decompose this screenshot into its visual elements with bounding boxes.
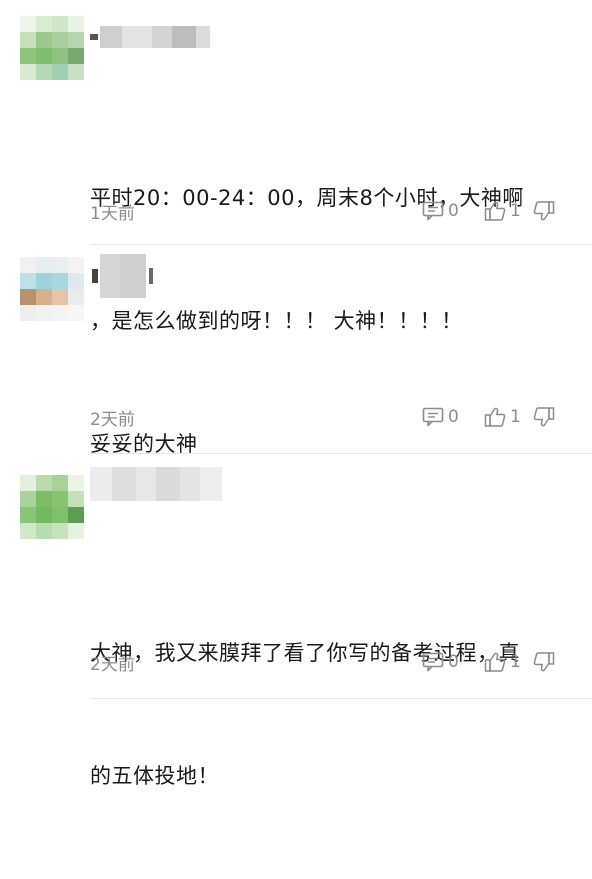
comment-time: 2天前 <box>90 655 135 675</box>
thumbs-down-icon <box>533 651 555 673</box>
like-count: 1 <box>510 652 521 672</box>
username-blurred[interactable] <box>92 254 153 298</box>
comment-item: 妥妥的大神 2天前 0 1 <box>0 245 592 456</box>
like-button[interactable]: 1 <box>484 403 521 431</box>
comment-time: 1天前 <box>90 204 135 224</box>
dislike-button[interactable] <box>533 197 555 225</box>
reply-count: 0 <box>448 652 459 672</box>
comment-meta: 1天前 0 1 <box>90 197 556 225</box>
like-count: 1 <box>510 201 521 221</box>
comment-bubble-icon <box>422 652 444 672</box>
thumbs-up-icon <box>484 406 506 428</box>
thumbs-up-icon <box>484 651 506 673</box>
comment-divider <box>90 453 592 454</box>
like-button[interactable]: 1 <box>484 197 521 225</box>
reply-button[interactable]: 0 <box>422 197 459 225</box>
user-avatar[interactable] <box>20 475 84 539</box>
reply-button[interactable]: 0 <box>422 403 459 431</box>
comment-divider <box>90 698 592 699</box>
username-blurred[interactable] <box>90 467 222 501</box>
username-blurred[interactable] <box>90 24 210 50</box>
user-avatar[interactable] <box>20 257 84 321</box>
comment-meta: 2天前 0 1 <box>90 403 556 431</box>
dislike-button[interactable] <box>533 648 555 676</box>
reply-count: 0 <box>448 407 459 427</box>
like-button[interactable]: 1 <box>484 648 521 676</box>
comment-time: 2天前 <box>90 410 135 430</box>
comment-item: 大神，我又来膜拜了看了你写的备考过程，真 的五体投地！ 2天前 0 1 <box>0 455 592 788</box>
comment-line: 的五体投地！ <box>90 764 219 788</box>
thumbs-down-icon <box>533 406 555 428</box>
user-avatar[interactable] <box>20 16 84 80</box>
dislike-button[interactable] <box>533 403 555 431</box>
comment-bubble-icon <box>422 201 444 221</box>
reply-button[interactable]: 0 <box>422 648 459 676</box>
comment-text: 大神，我又来膜拜了看了你写的备考过程，真 的五体投地！ <box>90 551 520 879</box>
thumbs-down-icon <box>533 200 555 222</box>
like-count: 1 <box>510 407 521 427</box>
thumbs-up-icon <box>484 200 506 222</box>
comment-item: 平时20：00-24：00，周末8个小时，大神啊 ，是怎么做到的呀！！！ 大神！… <box>0 0 592 333</box>
reply-count: 0 <box>448 201 459 221</box>
comment-meta: 2天前 0 1 <box>90 648 556 676</box>
comment-bubble-icon <box>422 407 444 427</box>
